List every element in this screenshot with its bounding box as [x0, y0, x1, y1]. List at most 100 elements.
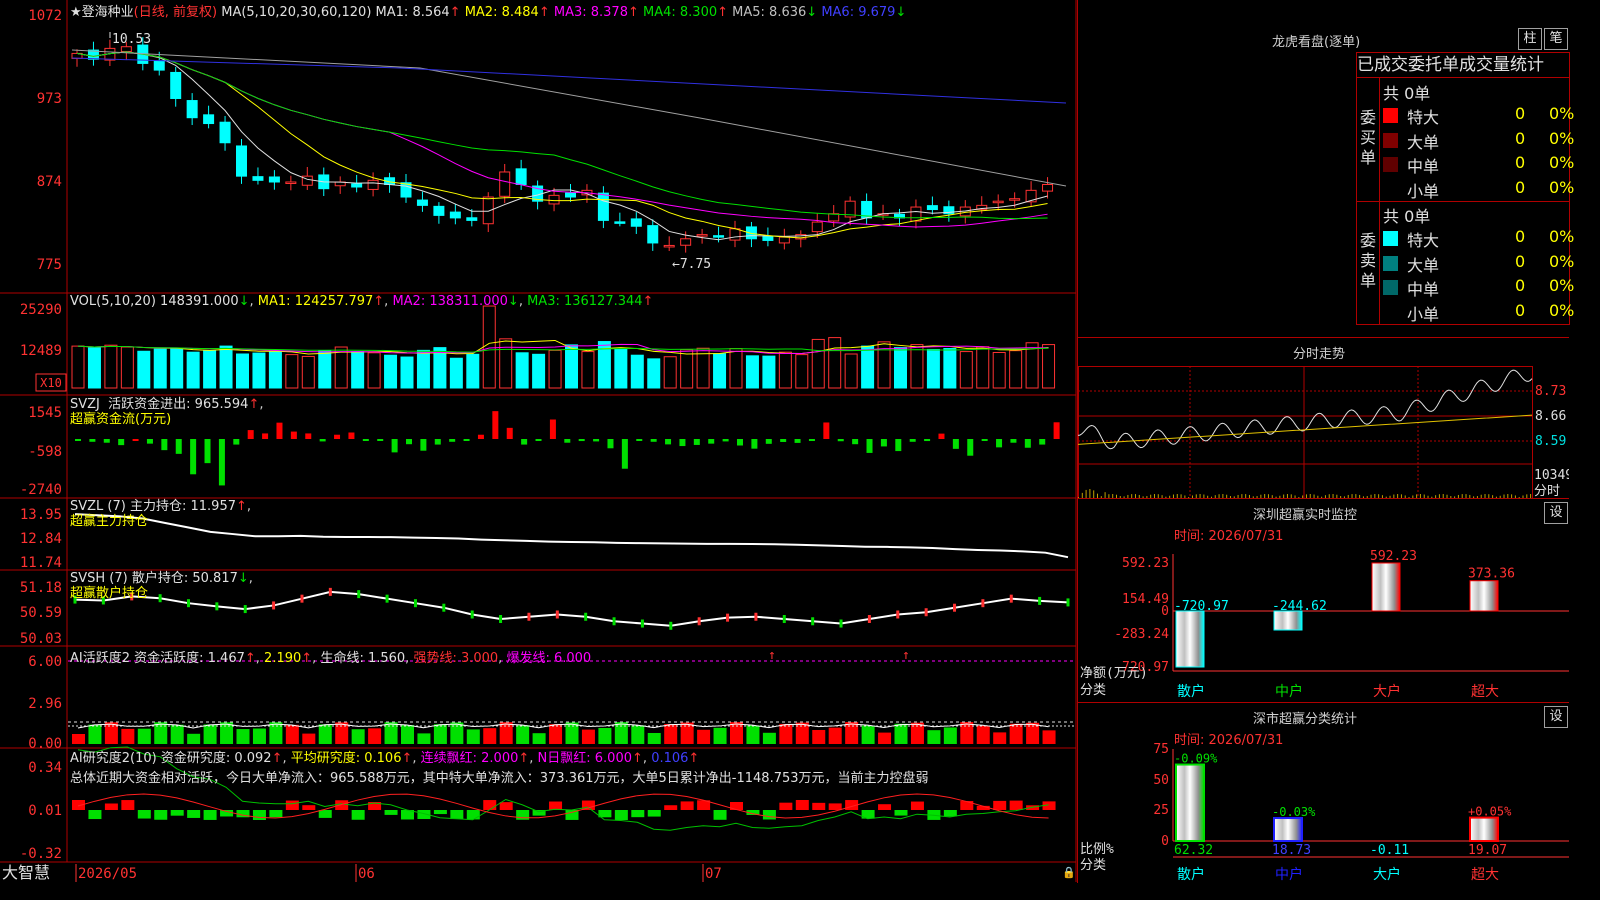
sz-stat-chart[interactable]: 75 50 25 0 -0.09% 62.32 散户 -0.03% 18.73 中户 -0.11 大… [1078, 703, 1569, 883]
svzj-bar [118, 439, 125, 446]
sz-stat-bar-label: -0.03% [1272, 805, 1316, 819]
ai-activity-bar [401, 724, 414, 744]
vol-unit: X10 [40, 376, 62, 390]
svzj-bar [866, 439, 873, 453]
volume-bar [285, 354, 299, 389]
bar-mode-button[interactable]: 柱 [1518, 28, 1542, 50]
ai-research-bar [664, 805, 678, 810]
ai-research-bar [993, 800, 1007, 810]
sz-stat-category: 散户 [1177, 866, 1205, 883]
sz-monitor-bar-label: -720.97 [1174, 599, 1229, 614]
tick-mode-button[interactable]: 笔 [1544, 28, 1568, 50]
ai-activity-bar [88, 724, 102, 744]
volume-bar [762, 355, 776, 389]
ma-params: MA(5,10,20,30,60,120) [221, 5, 372, 20]
lhb-row-count: 0 [1515, 251, 1526, 271]
sz-stat-bar [1273, 817, 1303, 843]
ai-activity-bar [647, 732, 661, 744]
svsh-tick-mark [385, 594, 389, 603]
lhb-row-pct: 0% [1549, 153, 1575, 172]
svzj-bar [146, 439, 153, 444]
ai-activity-bar [812, 729, 826, 744]
date-label: 06 [358, 866, 375, 882]
sz-monitor-chart[interactable]: 592.23154.490-283.24-720.97 -720.97散户-24… [1078, 499, 1569, 703]
ai-research-bar [285, 800, 299, 810]
ai-activity-bar [779, 723, 793, 744]
volume-bar [647, 358, 661, 389]
ai-activity-bar [269, 722, 283, 744]
svsh-tick-mark [1038, 596, 1042, 605]
sell-label: 委卖单 [1360, 231, 1377, 290]
svzj-bar [132, 439, 139, 441]
svzl-tick: 13.95 [20, 507, 62, 523]
volume-bar [71, 345, 85, 389]
svzj-bar [650, 439, 657, 442]
candle-body [713, 235, 725, 238]
fenshi-chart[interactable]: 8.73 8.66 8.59 10349 分时 [1078, 363, 1569, 499]
lhb-row-count: 0 [1515, 153, 1526, 172]
ai-activity-bar [993, 732, 1007, 744]
volume-bar [630, 354, 644, 389]
svzj-bar [1053, 422, 1060, 439]
ai1-tick: 0.00 [28, 736, 62, 752]
ai-activity-bar [351, 729, 365, 744]
color-swatch [1383, 231, 1398, 246]
ai-research-bar [269, 810, 283, 818]
svsh-tick-mark [357, 590, 361, 599]
ai2-tick: -0.32 [20, 846, 62, 862]
candle-body [762, 235, 774, 241]
color-swatch [1383, 157, 1398, 172]
stock-name[interactable]: 登海种业 [82, 5, 134, 20]
svsh-tick-mark [782, 615, 786, 624]
star-icon[interactable]: ★ [70, 5, 82, 20]
lhb-header: 已成交委托单成交量统计 [1356, 52, 1570, 78]
svzj-tick: -2740 [20, 482, 62, 498]
volume-bar [565, 344, 578, 389]
ai-research-bar [910, 801, 924, 810]
ma-legend-item: MA4: 8.300 [638, 5, 718, 20]
volume-bar [680, 349, 694, 389]
svsh-tick-mark [413, 599, 417, 608]
candle-body [433, 205, 445, 216]
volume-bar [515, 352, 529, 389]
candle-body [416, 199, 428, 206]
sz-stat-xlabel: 分类 [1080, 858, 1106, 873]
candle-body [499, 171, 511, 197]
lhb-row-name: 特大 [1407, 108, 1440, 127]
ai-activity-bar [72, 734, 85, 744]
chart-mode[interactable]: (日线, 前复权) [134, 5, 217, 20]
volume-bar [351, 351, 365, 389]
lhb-row-name: 特大 [1407, 231, 1440, 250]
svzj-bar [808, 439, 815, 441]
ai-activity-bar [762, 732, 776, 744]
sz-monitor-xlabel: 分类 [1080, 683, 1106, 698]
lock-icon[interactable]: 🔒 [1062, 866, 1076, 879]
svzj-bar [161, 439, 168, 451]
volume-bar [186, 351, 200, 389]
sz-monitor-bar [1175, 610, 1205, 668]
sz-monitor-bar-label: -244.62 [1272, 599, 1327, 614]
signal-arrow: ↑ [768, 648, 776, 663]
lhb-row-count: 0 [1515, 300, 1526, 320]
svsh-tick-mark [811, 617, 815, 626]
svzj-bar [276, 422, 283, 439]
volume-bar [778, 351, 792, 389]
svzj-bar [434, 439, 441, 445]
fenshi-volume-bar [1089, 489, 1091, 498]
lhb-row-pct: 0% [1549, 251, 1575, 271]
svsh-tick-mark [612, 617, 616, 626]
svzj-bar [391, 439, 398, 453]
sz-monitor-category: 散户 [1177, 683, 1205, 700]
svzj-bar [348, 432, 355, 439]
svzj-bar [477, 434, 484, 439]
svzj-bar [1024, 439, 1031, 448]
ai-activity-bar [828, 727, 842, 744]
color-swatch [1383, 280, 1398, 295]
fenshi-vol-tick: 10349 [1534, 468, 1569, 483]
sz-stat-category: 大户 [1373, 866, 1401, 883]
svzj-bar [780, 439, 787, 442]
svsh-tick-mark [584, 612, 588, 621]
ai-research-bar [318, 810, 332, 818]
volume-bar [1042, 344, 1056, 389]
svsh-tick: 51.18 [20, 580, 62, 596]
